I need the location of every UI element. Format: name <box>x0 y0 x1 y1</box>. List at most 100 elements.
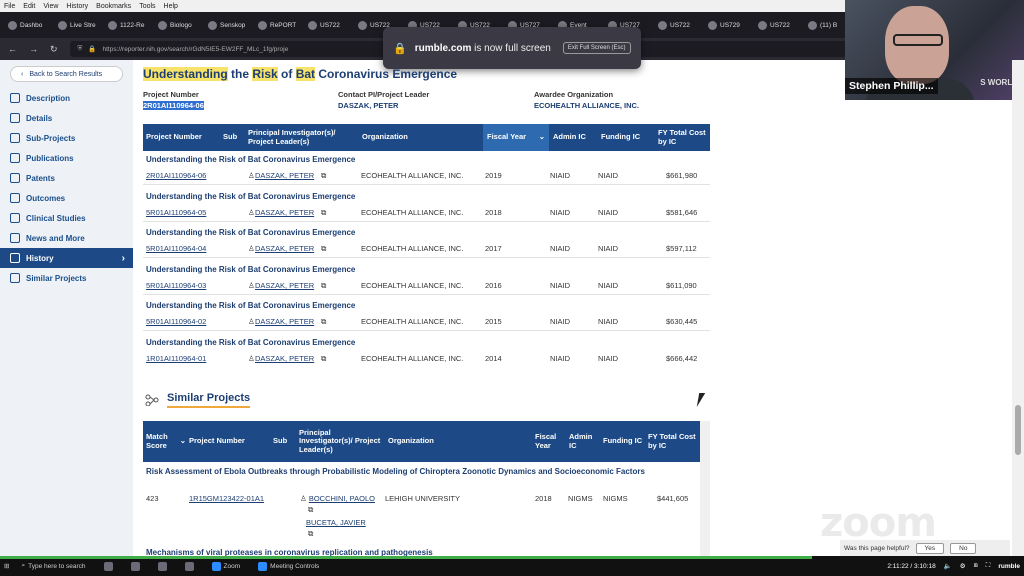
pi-link-2[interactable]: BUCETA, JAVIER <box>306 518 366 527</box>
menu-help[interactable]: Help <box>164 3 178 10</box>
col-admin-ic[interactable]: Admin IC <box>569 421 599 462</box>
col-total-cost[interactable]: FY Total Cost by IC <box>648 421 698 462</box>
exit-fullscreen-button[interactable]: Exit Full Screen (Esc) <box>562 42 631 54</box>
pi-link[interactable]: DASZAK, PETER <box>255 208 314 217</box>
col-organization[interactable]: Organization <box>362 124 482 151</box>
browser-tab[interactable]: Biologo <box>154 14 202 36</box>
sidebar-item-news-and-more[interactable]: News and More <box>0 228 133 248</box>
col-pi[interactable]: Principal Investigator(s)/ Project Leade… <box>299 421 384 462</box>
project-number-link[interactable]: 5R01AI110964-02 <box>146 317 206 326</box>
pi-link[interactable]: ♙ BOCCHINI, PAOLO <box>300 494 375 503</box>
similar-row-title[interactable]: Risk Assessment of Ebola Outbreaks throu… <box>146 466 676 478</box>
pi-link[interactable]: DASZAK, PETER <box>255 317 314 326</box>
sidebar-item-details[interactable]: Details <box>0 108 133 128</box>
menu-view[interactable]: View <box>43 3 58 10</box>
contact-pi-value[interactable]: DASZAK, PETER <box>338 101 429 110</box>
external-link-icon[interactable]: ⧉ <box>321 244 326 254</box>
menu-history[interactable]: History <box>66 3 88 10</box>
history-row-title[interactable]: Understanding the Risk of Bat Coronaviru… <box>146 301 701 310</box>
awardee-value[interactable]: ECOHEALTH ALLIANCE, INC. <box>534 101 639 110</box>
history-row-title[interactable]: Understanding the Risk of Bat Coronaviru… <box>146 265 701 274</box>
external-link-icon[interactable]: ⧉ <box>321 317 326 327</box>
project-number-value[interactable]: 2R01AI110964-06 <box>143 101 204 110</box>
reload-icon[interactable]: ↻ <box>50 44 58 55</box>
taskbar-app[interactable] <box>152 561 173 571</box>
project-number-link[interactable]: 5R01AI110964-03 <box>146 281 206 290</box>
col-pi[interactable]: Principal Investigator(s)/ Project Leade… <box>248 124 358 151</box>
page-scrollbar[interactable] <box>1012 60 1024 556</box>
browser-tab[interactable]: Dashbo <box>4 14 52 36</box>
pi-link[interactable]: DASZAK, PETER <box>255 244 314 253</box>
forward-arrow-icon[interactable]: → <box>29 44 38 54</box>
sidebar-item-patents[interactable]: Patents <box>0 168 133 188</box>
settings-icon[interactable]: ⚙ <box>960 562 966 570</box>
project-number-link[interactable]: 5R01AI110964-04 <box>146 244 206 253</box>
fullscreen-icon[interactable]: ⛶ <box>986 562 991 570</box>
project-number-link[interactable]: 1R15GM123422-01A1 <box>189 494 264 503</box>
col-fiscal-year[interactable]: Fiscal Year <box>535 421 565 462</box>
windows-icon[interactable]: ⊞ <box>4 562 9 570</box>
browser-tab[interactable]: US722 <box>654 14 702 36</box>
external-link-icon[interactable]: ⧉ <box>321 171 326 181</box>
col-organization[interactable]: Organization <box>388 421 508 462</box>
col-sub[interactable]: Sub <box>223 124 245 151</box>
sidebar-item-clinical-studies[interactable]: Clinical Studies <box>0 208 133 228</box>
col-funding-ic[interactable]: Funding IC <box>601 124 653 151</box>
col-funding-ic[interactable]: Funding IC <box>603 421 643 462</box>
browser-tab[interactable]: US729 <box>704 14 752 36</box>
browser-tab[interactable]: US722 <box>304 14 352 36</box>
pi-link[interactable]: DASZAK, PETER <box>255 171 314 180</box>
feedback-yes-button[interactable]: Yes <box>915 542 945 554</box>
sidebar-item-publications[interactable]: Publications <box>0 148 133 168</box>
history-row-title[interactable]: Understanding the Risk of Bat Coronaviru… <box>146 155 701 164</box>
col-project-number[interactable]: Project Number <box>146 124 221 151</box>
taskbar-zoom[interactable]: Zoom <box>206 561 247 571</box>
taskbar-app[interactable] <box>125 561 146 571</box>
sidebar-item-history[interactable]: History › <box>0 248 133 268</box>
external-link-icon[interactable]: ⧉ <box>321 354 326 364</box>
project-number-link[interactable]: 5R01AI110964-05 <box>146 208 206 217</box>
external-link-icon[interactable]: ⧉ <box>308 529 313 539</box>
taskbar-app[interactable] <box>98 561 119 571</box>
grid-scrollbar[interactable] <box>700 421 710 556</box>
sidebar-item-sub-projects[interactable]: Sub-Projects <box>0 128 133 148</box>
scrollbar-thumb[interactable] <box>1015 405 1021 455</box>
browser-tab[interactable]: US722 <box>754 14 802 36</box>
menu-edit[interactable]: Edit <box>23 3 35 10</box>
project-number-link[interactable]: 1R01AI110964-01 <box>146 354 206 363</box>
taskbar-app[interactable] <box>179 561 200 571</box>
browser-tab[interactable]: 1122-Re <box>104 14 152 36</box>
history-row-title[interactable]: Understanding the Risk of Bat Coronaviru… <box>146 192 701 201</box>
external-link-icon[interactable]: ⧉ <box>308 505 313 515</box>
captions-icon[interactable]: ⧈ <box>974 562 978 570</box>
taskbar-search[interactable]: ⌕ Type here to search <box>15 562 91 570</box>
external-link-icon[interactable]: ⧉ <box>321 281 326 291</box>
playback-progress[interactable] <box>0 556 812 559</box>
col-project-number[interactable]: Project Number <box>189 421 269 462</box>
sidebar-item-description[interactable]: Description <box>0 88 133 108</box>
pi-link[interactable]: DASZAK, PETER <box>255 354 314 363</box>
menu-tools[interactable]: Tools <box>139 3 155 10</box>
pi-link[interactable]: DASZAK, PETER <box>255 281 314 290</box>
back-arrow-icon[interactable]: ← <box>8 44 17 54</box>
col-admin-ic[interactable]: Admin IC <box>553 124 601 151</box>
col-fiscal-year[interactable]: Fiscal Year ⌄ <box>483 124 549 151</box>
browser-tab[interactable]: RePORT <box>254 14 302 36</box>
history-row-title[interactable]: Understanding the Risk of Bat Coronaviru… <box>146 228 701 237</box>
col-match-score[interactable]: Match Score ⌄ <box>146 421 186 462</box>
sidebar-item-outcomes[interactable]: Outcomes <box>0 188 133 208</box>
browser-tab[interactable]: Live Stre <box>54 14 102 36</box>
feedback-no-button[interactable]: No <box>950 542 977 554</box>
col-sub[interactable]: Sub <box>273 421 295 462</box>
back-to-search-button[interactable]: ‹ Back to Search Results <box>10 66 123 82</box>
menu-file[interactable]: File <box>4 3 15 10</box>
taskbar-meeting-controls[interactable]: Meeting Controls <box>252 561 325 571</box>
volume-icon[interactable]: 🔈 <box>944 562 952 570</box>
sidebar-item-similar-projects[interactable]: Similar Projects <box>0 268 133 288</box>
col-total-cost[interactable]: FY Total Cost by IC <box>658 124 708 151</box>
menu-bookmarks[interactable]: Bookmarks <box>96 3 131 10</box>
project-number-link[interactable]: 2R01AI110964-06 <box>146 171 206 180</box>
browser-tab[interactable]: Senskop <box>204 14 252 36</box>
external-link-icon[interactable]: ⧉ <box>321 208 326 218</box>
history-row-title[interactable]: Understanding the Risk of Bat Coronaviru… <box>146 338 701 347</box>
